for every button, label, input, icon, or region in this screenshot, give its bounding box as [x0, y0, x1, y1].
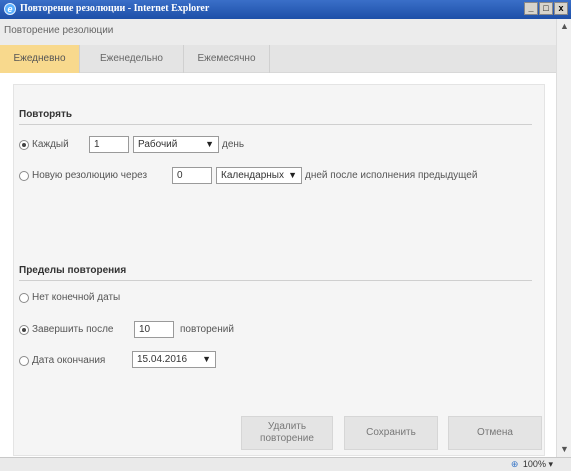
radio-every-dot[interactable] — [19, 139, 29, 150]
chevron-down-icon: ▾ — [548, 459, 553, 469]
radio-no-end-date-dot[interactable] — [19, 292, 29, 303]
vertical-scrollbar[interactable]: ▲ ▼ — [556, 19, 571, 457]
close-button[interactable]: x — [554, 2, 568, 15]
status-bar: ⊕ 100% ▾ — [0, 457, 571, 471]
window-titlebar: e Повторение резолюции - Internet Explor… — [0, 0, 571, 19]
radio-new-resolution-label: Новую резолюцию через — [32, 170, 148, 181]
radio-end-date-dot[interactable] — [19, 355, 29, 366]
radio-every-label: Каждый — [32, 139, 69, 150]
tab-daily[interactable]: Ежедневно — [0, 45, 80, 73]
tab-bar: Ежедневно Еженедельно Ежемесячно — [0, 45, 556, 73]
limits-divider — [19, 280, 532, 281]
recurrence-panel: Повторять Каждый 1 Рабочий ▼ день Новую … — [13, 84, 545, 456]
every-suffix-label: день — [222, 139, 245, 150]
every-day-type-value: Рабочий — [138, 139, 178, 150]
radio-end-after-dot[interactable] — [19, 324, 29, 335]
new-resolution-days-input[interactable]: 0 — [172, 167, 212, 184]
radio-end-date-label: Дата окончания — [32, 355, 106, 366]
end-date-value: 15.04.2016 — [137, 354, 188, 365]
scroll-down-icon[interactable]: ▼ — [557, 442, 571, 457]
tab-weekly[interactable]: Еженедельно — [80, 45, 184, 73]
page-content: Повторение резолюции Ежедневно Еженедель… — [0, 19, 556, 457]
radio-new-resolution-dot[interactable] — [19, 170, 29, 181]
end-date-picker[interactable]: 15.04.2016 ▼ — [132, 351, 216, 368]
zoom-control[interactable]: ⊕ 100% ▾ — [511, 459, 553, 470]
minimize-button[interactable]: _ — [524, 2, 538, 15]
radio-no-end-date-label: Нет конечной даты — [32, 292, 121, 303]
radio-new-resolution[interactable]: Новую резолюцию через — [19, 170, 147, 181]
ie-logo-icon: e — [4, 3, 16, 15]
limits-section-title: Пределы повторения — [19, 265, 127, 276]
save-button[interactable]: Сохранить — [344, 416, 438, 450]
delete-recurrence-button[interactable]: Удалить повторение — [241, 416, 333, 450]
scroll-up-icon[interactable]: ▲ — [557, 19, 571, 34]
repeat-divider — [19, 124, 532, 125]
repeat-section-title: Повторять — [19, 109, 73, 120]
dialog-title: Повторение резолюции — [4, 25, 114, 36]
new-resolution-day-type-select[interactable]: Календарных ▼ — [216, 167, 302, 184]
cancel-button[interactable]: Отмена — [448, 416, 542, 450]
every-day-type-select[interactable]: Рабочий ▼ — [133, 136, 219, 153]
new-resolution-day-type-value: Календарных — [221, 170, 284, 181]
radio-end-after-label: Завершить после — [32, 324, 114, 335]
zoom-level: 100% — [522, 459, 546, 469]
radio-every[interactable]: Каждый — [19, 139, 69, 150]
new-resolution-suffix-label: дней после исполнения предыдущей — [305, 170, 478, 181]
chevron-down-icon: ▼ — [288, 170, 297, 180]
window-title: Повторение резолюции - Internet Explorer — [20, 3, 210, 14]
dialog-header: Повторение резолюции — [0, 19, 556, 45]
zoom-icon: ⊕ — [510, 459, 519, 469]
radio-no-end-date[interactable]: Нет конечной даты — [19, 292, 120, 303]
tab-monthly[interactable]: Ежемесячно — [184, 45, 270, 73]
maximize-button[interactable]: □ — [539, 2, 553, 15]
window-controls: _ □ x — [524, 2, 568, 15]
end-after-suffix-label: повторений — [180, 324, 234, 335]
radio-end-date[interactable]: Дата окончания — [19, 355, 105, 366]
chevron-down-icon: ▼ — [205, 139, 214, 149]
end-after-count-input[interactable]: 10 — [134, 321, 174, 338]
every-count-input[interactable]: 1 — [89, 136, 129, 153]
radio-end-after[interactable]: Завершить после — [19, 324, 113, 335]
chevron-down-icon: ▼ — [202, 354, 211, 364]
